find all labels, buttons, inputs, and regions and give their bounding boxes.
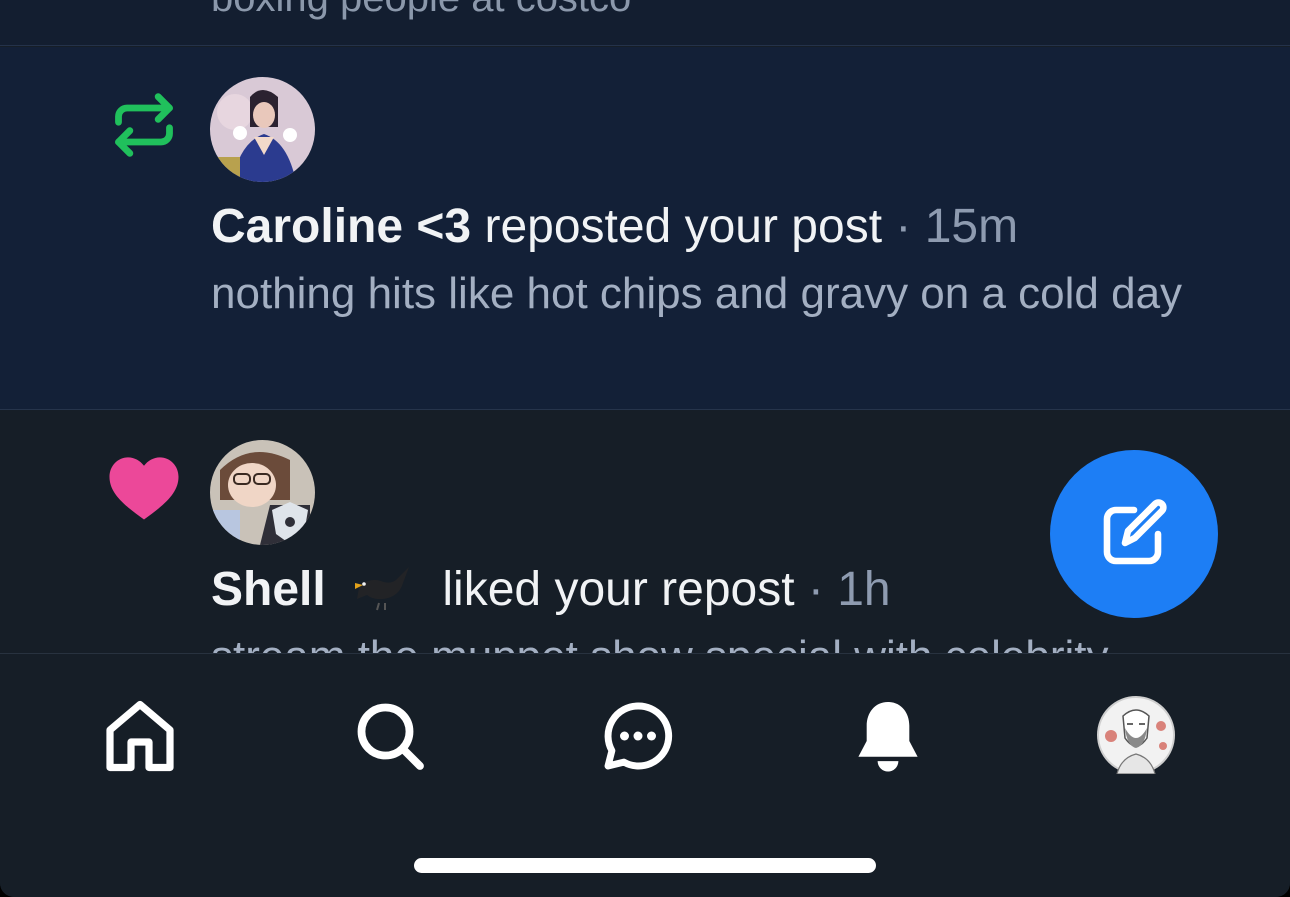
compose-button[interactable] xyxy=(1050,450,1218,618)
tab-search[interactable] xyxy=(350,696,430,776)
tab-messages[interactable] xyxy=(598,696,678,776)
heart-icon xyxy=(109,457,179,520)
notification-action: liked your repost xyxy=(442,563,795,616)
compose-icon xyxy=(1103,499,1167,565)
tab-notifications[interactable] xyxy=(848,696,928,776)
search-icon xyxy=(357,703,424,770)
notification-time: 15m xyxy=(924,200,1019,253)
notifications-screen: boxing people at costco Caroline <3 xyxy=(0,0,1290,897)
separator-dot: · xyxy=(807,563,824,616)
previous-notification[interactable]: boxing people at costco xyxy=(0,0,1290,46)
notification-post-text: nothing hits like hot chips and gravy on… xyxy=(211,269,1183,318)
home-icon xyxy=(106,700,174,772)
notification-action: reposted your post xyxy=(484,200,883,253)
tab-home[interactable] xyxy=(100,696,180,776)
notification-headline: Shell liked your repost · 1h xyxy=(211,560,891,620)
home-indicator[interactable] xyxy=(414,858,876,873)
previous-notification-text: boxing people at costco xyxy=(211,0,631,21)
notification-post-text: stream the muppet show special with cele… xyxy=(211,628,1211,653)
repost-icon xyxy=(115,93,173,157)
blackbird-emoji xyxy=(355,567,410,611)
notification-item[interactable]: Caroline <3 reposted your post · 15m not… xyxy=(0,47,1290,410)
separator-dot: · xyxy=(895,200,912,253)
avatar[interactable] xyxy=(210,77,315,182)
chat-bubble-icon xyxy=(604,702,673,770)
notification-author[interactable]: Shell xyxy=(211,563,326,616)
avatar[interactable] xyxy=(210,440,315,545)
notification-time: 1h xyxy=(837,563,891,616)
avatar xyxy=(1097,696,1175,774)
notification-author[interactable]: Caroline <3 xyxy=(211,200,471,253)
notification-headline: Caroline <3 reposted your post · 15m xyxy=(211,197,1018,257)
tab-profile[interactable] xyxy=(1097,696,1175,774)
bell-icon xyxy=(858,701,918,772)
